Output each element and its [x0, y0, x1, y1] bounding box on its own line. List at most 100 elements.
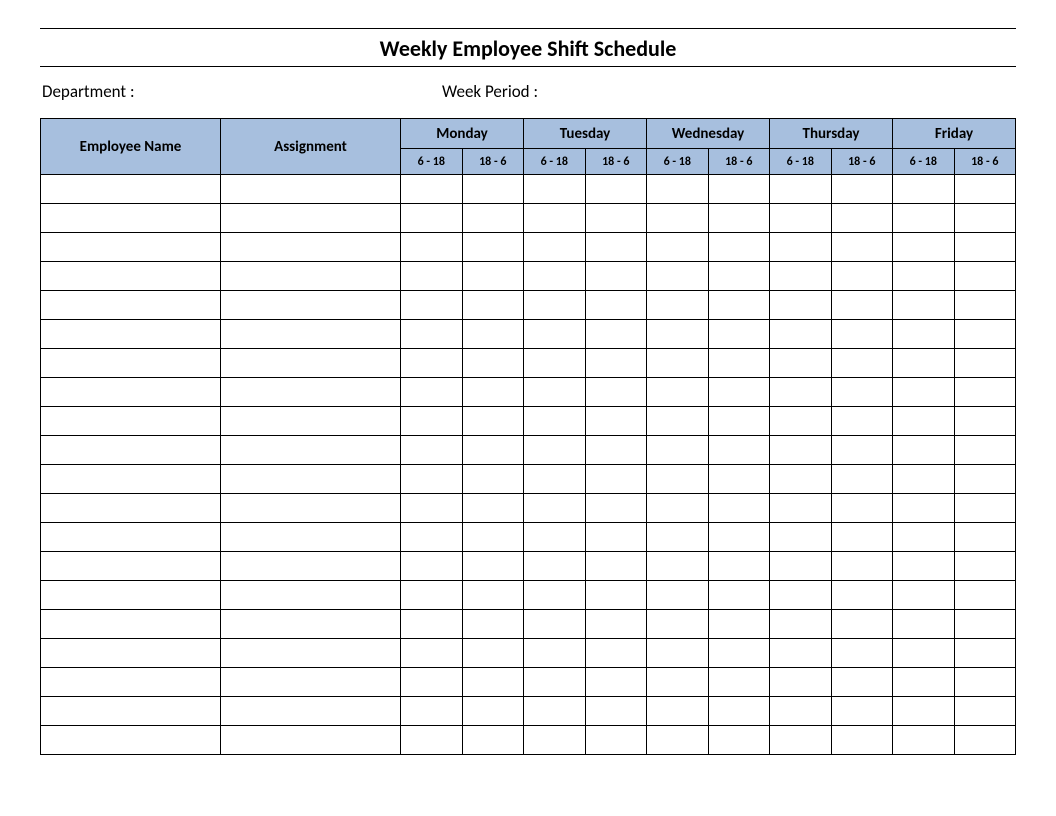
col-header-wednesday: Wednesday	[647, 119, 770, 149]
table-cell	[954, 349, 1016, 378]
table-cell	[524, 407, 586, 436]
table-row	[41, 349, 1016, 378]
table-cell	[954, 262, 1016, 291]
table-cell	[708, 697, 770, 726]
table-row	[41, 262, 1016, 291]
table-cell	[41, 552, 221, 581]
table-cell	[770, 349, 832, 378]
table-cell	[831, 378, 893, 407]
table-cell	[221, 697, 401, 726]
table-cell	[41, 378, 221, 407]
table-cell	[524, 494, 586, 523]
table-cell	[647, 320, 709, 349]
table-cell	[770, 726, 832, 755]
table-cell	[647, 668, 709, 697]
table-cell	[893, 349, 955, 378]
table-cell	[893, 378, 955, 407]
table-cell	[831, 436, 893, 465]
shift-fri-1: 6 - 18	[893, 149, 955, 175]
table-cell	[831, 494, 893, 523]
table-cell	[954, 320, 1016, 349]
table-cell	[708, 726, 770, 755]
table-cell	[954, 610, 1016, 639]
table-cell	[41, 697, 221, 726]
table-cell	[41, 494, 221, 523]
table-cell	[770, 204, 832, 233]
table-cell	[462, 407, 524, 436]
table-cell	[401, 581, 463, 610]
table-cell	[41, 581, 221, 610]
table-cell	[462, 494, 524, 523]
table-cell	[401, 233, 463, 262]
table-cell	[524, 581, 586, 610]
table-cell	[954, 726, 1016, 755]
table-cell	[831, 349, 893, 378]
table-cell	[221, 262, 401, 291]
table-cell	[401, 204, 463, 233]
table-cell	[41, 523, 221, 552]
col-header-assignment: Assignment	[221, 119, 401, 175]
table-cell	[770, 610, 832, 639]
table-cell	[41, 320, 221, 349]
table-row	[41, 697, 1016, 726]
table-row	[41, 291, 1016, 320]
table-cell	[647, 233, 709, 262]
table-cell	[770, 378, 832, 407]
table-cell	[954, 407, 1016, 436]
table-cell	[524, 233, 586, 262]
table-cell	[954, 465, 1016, 494]
meta-row: Department : Week Period :	[40, 67, 1016, 118]
shift-wed-2: 18 - 6	[708, 149, 770, 175]
table-cell	[954, 233, 1016, 262]
table-cell	[770, 291, 832, 320]
table-cell	[221, 610, 401, 639]
table-cell	[221, 436, 401, 465]
table-cell	[647, 610, 709, 639]
table-cell	[585, 552, 647, 581]
table-cell	[401, 639, 463, 668]
table-cell	[647, 581, 709, 610]
table-cell	[708, 349, 770, 378]
table-cell	[831, 262, 893, 291]
table-cell	[708, 320, 770, 349]
table-row	[41, 465, 1016, 494]
table-cell	[462, 668, 524, 697]
table-cell	[647, 436, 709, 465]
table-cell	[401, 465, 463, 494]
table-cell	[524, 668, 586, 697]
table-row	[41, 175, 1016, 204]
table-cell	[770, 697, 832, 726]
table-row	[41, 552, 1016, 581]
col-header-friday: Friday	[893, 119, 1016, 149]
table-cell	[708, 552, 770, 581]
table-cell	[221, 204, 401, 233]
table-cell	[585, 349, 647, 378]
table-cell	[462, 726, 524, 755]
table-cell	[524, 436, 586, 465]
table-row	[41, 639, 1016, 668]
shift-thu-2: 18 - 6	[831, 149, 893, 175]
table-cell	[524, 378, 586, 407]
table-cell	[524, 523, 586, 552]
table-cell	[647, 639, 709, 668]
table-cell	[401, 407, 463, 436]
shift-mon-1: 6 - 18	[401, 149, 463, 175]
table-cell	[770, 175, 832, 204]
table-cell	[954, 581, 1016, 610]
table-cell	[954, 523, 1016, 552]
table-row	[41, 320, 1016, 349]
table-cell	[831, 726, 893, 755]
table-cell	[462, 378, 524, 407]
table-cell	[221, 175, 401, 204]
table-cell	[708, 610, 770, 639]
table-cell	[585, 262, 647, 291]
table-cell	[831, 233, 893, 262]
shift-schedule-table: Employee Name Assignment Monday Tuesday …	[40, 118, 1016, 755]
table-cell	[401, 668, 463, 697]
table-cell	[647, 204, 709, 233]
table-cell	[462, 291, 524, 320]
col-header-tuesday: Tuesday	[524, 119, 647, 149]
table-row	[41, 436, 1016, 465]
table-cell	[708, 639, 770, 668]
table-cell	[954, 204, 1016, 233]
